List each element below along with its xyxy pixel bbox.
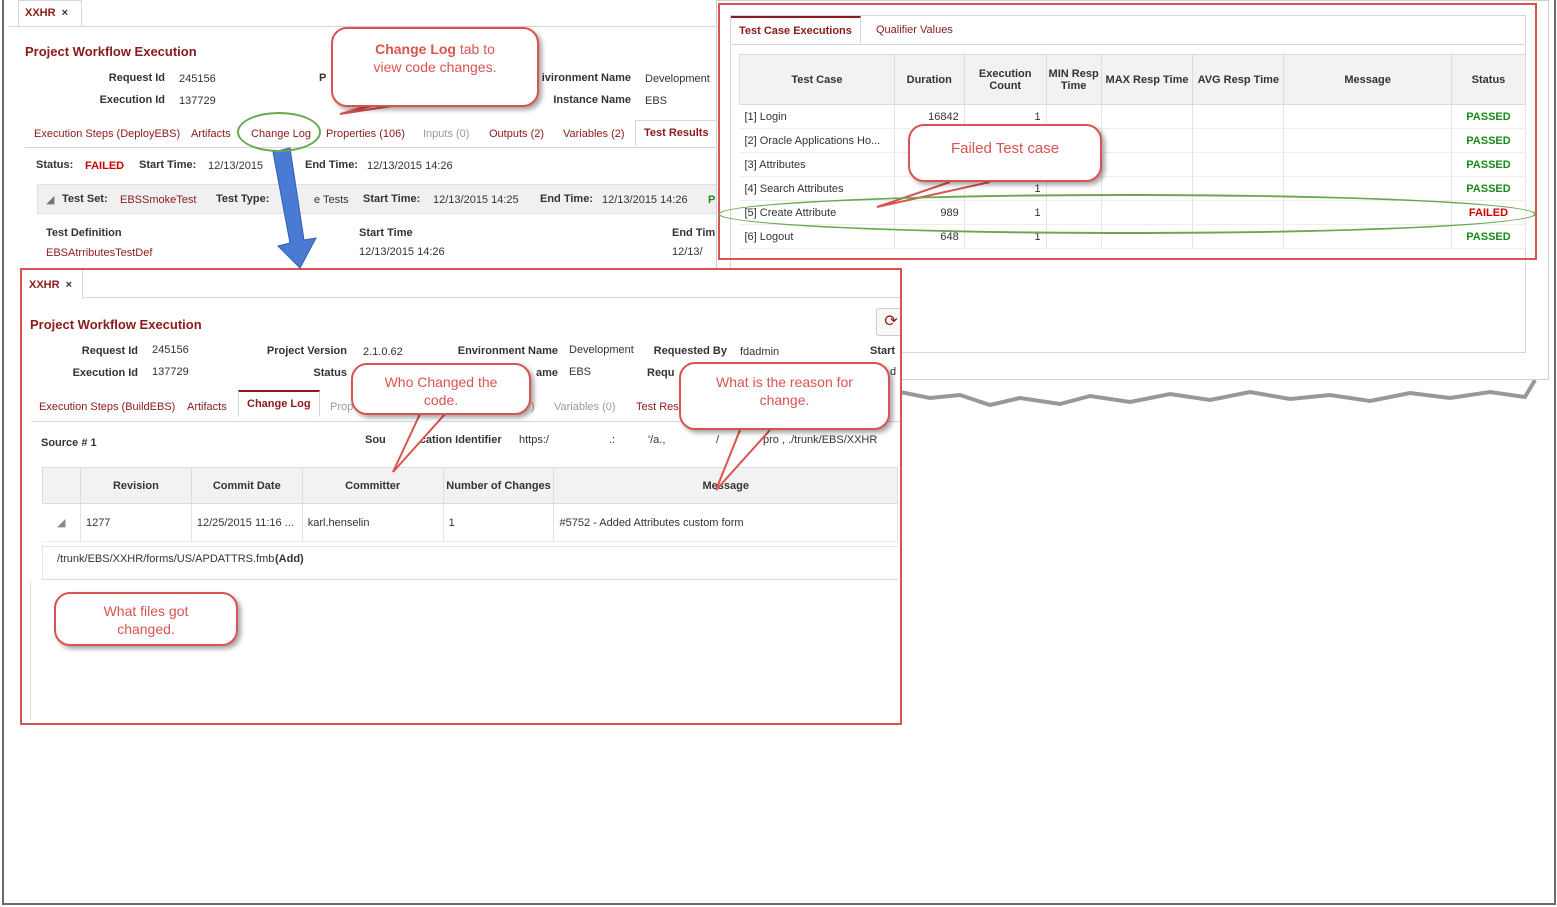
callout-files-line1: What files got bbox=[103, 603, 189, 619]
callout-change-log-bold: Change Log bbox=[375, 41, 456, 57]
callout-reason-line1: What is the reason for bbox=[716, 374, 853, 390]
callout-change-log-rest2: view code changes. bbox=[373, 59, 497, 75]
files-changed-callout: What files got changed. bbox=[54, 592, 238, 646]
annotation-arrows bbox=[272, 104, 991, 491]
who-changed-callout: Who Changed the code. bbox=[351, 363, 531, 415]
callout-files-line2: changed. bbox=[117, 621, 175, 637]
callout-who-changed-line1: Who Changed the bbox=[384, 374, 498, 390]
callout-failed-case-text: Failed Test case bbox=[950, 140, 1060, 157]
callout-change-log-rest1: tab to bbox=[455, 41, 495, 57]
callout-reason-line2: change. bbox=[759, 392, 810, 408]
change-log-callout: Change Log tab to view code changes. bbox=[331, 27, 539, 107]
change-log-highlight-ellipse bbox=[237, 112, 321, 152]
callout-who-changed-line2: code. bbox=[423, 392, 459, 408]
failed-row-highlight-ellipse bbox=[718, 194, 1536, 234]
failed-test-case-callout: Failed Test case bbox=[908, 124, 1102, 182]
reason-callout: What is the reason for change. bbox=[679, 362, 890, 430]
